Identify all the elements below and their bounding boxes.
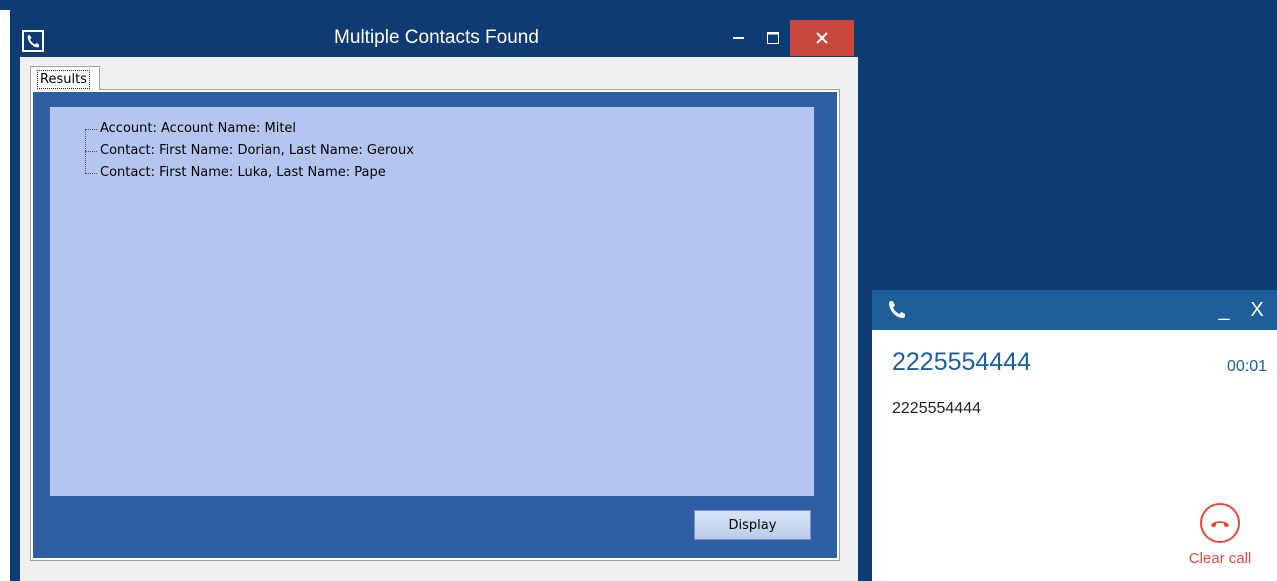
tab-results-label: Results <box>37 70 90 89</box>
tab-results[interactable]: Results <box>30 66 100 90</box>
hang-up-icon <box>1199 502 1241 544</box>
tree-item-contact[interactable]: Contact: First Name: Luka, Last Name: Pa… <box>100 163 386 183</box>
close-icon <box>816 32 828 44</box>
call-minimize-button[interactable]: _ <box>1212 296 1236 324</box>
tree-connector <box>85 129 97 130</box>
minimize-button[interactable] <box>722 20 756 56</box>
display-button[interactable]: Display <box>694 510 811 540</box>
minimize-icon <box>733 37 744 39</box>
clear-call-button[interactable]: Clear call <box>1182 502 1258 572</box>
tree-connector <box>85 173 97 174</box>
results-tree[interactable]: Account: Account Name: Mitel Contact: Fi… <box>50 107 814 496</box>
call-timer: 00:01 <box>1226 358 1267 375</box>
call-number: 2225554444 <box>892 348 1032 376</box>
caller-detail: 2225554444 <box>892 400 981 417</box>
window-titlebar[interactable]: Multiple Contacts Found <box>10 10 863 57</box>
tree-connector <box>85 151 97 152</box>
close-button[interactable] <box>790 20 854 56</box>
phone-icon <box>886 298 908 322</box>
call-close-button[interactable]: X <box>1244 296 1270 324</box>
call-panel-header[interactable]: _ X <box>872 290 1277 330</box>
tree-item-contact[interactable]: Contact: First Name: Dorian, Last Name: … <box>100 141 414 161</box>
call-panel: _ X 2225554444 00:01 2225554444 Clear ca… <box>872 290 1277 581</box>
maximize-icon <box>767 32 779 44</box>
tree-item-account[interactable]: Account: Account Name: Mitel <box>100 119 296 139</box>
clear-call-label: Clear call <box>1188 550 1252 567</box>
maximize-button[interactable] <box>756 20 790 56</box>
